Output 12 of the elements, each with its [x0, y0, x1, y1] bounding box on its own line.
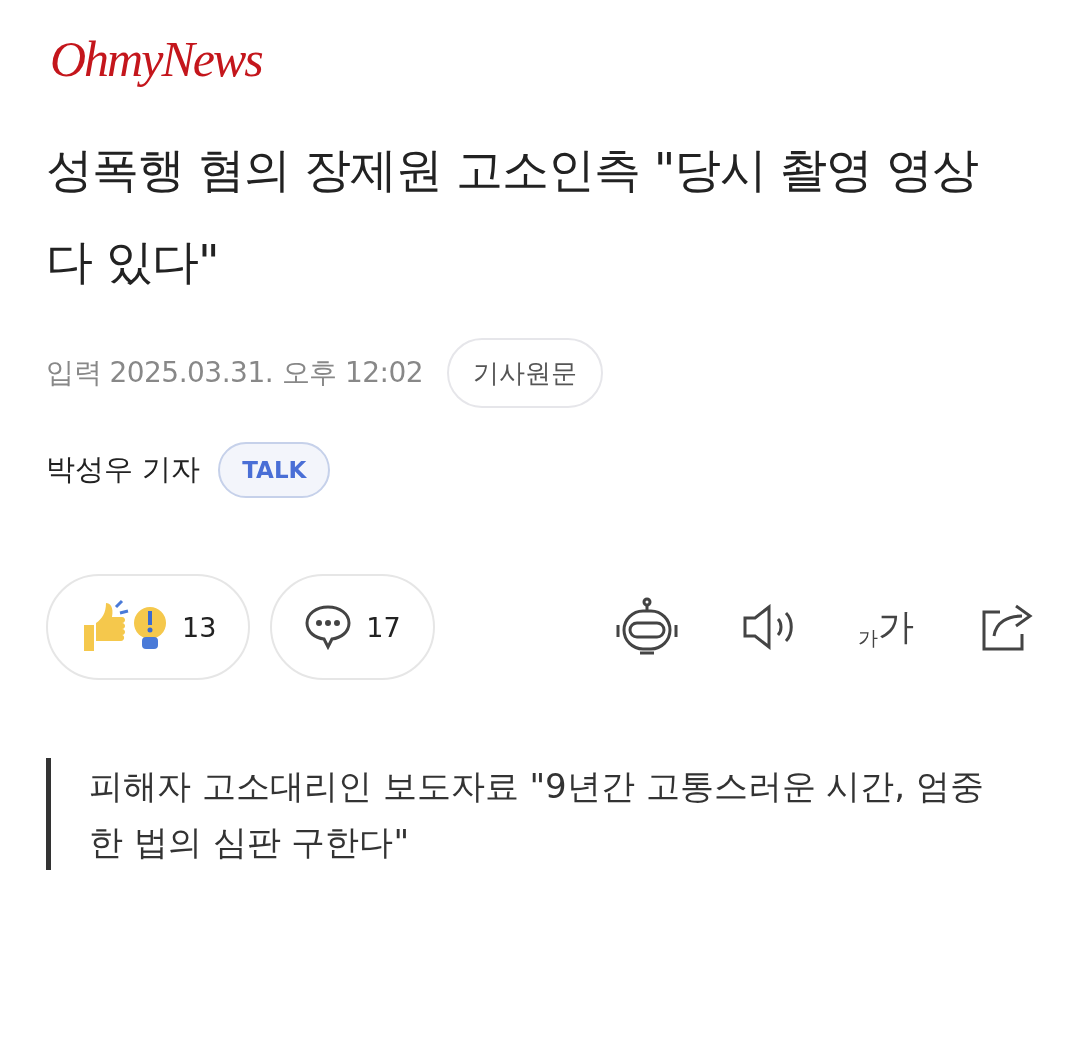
comments-button[interactable]: 17 — [270, 574, 435, 680]
logo[interactable]: OhmyNews — [50, 30, 262, 88]
subtitle: 피해자 고소대리인 보도자료 "9년간 고통스러운 시간, 엄중한 법의 심판 구한다" — [89, 765, 985, 864]
robot-icon[interactable] — [614, 597, 680, 657]
author-name: 박성우 기자 — [46, 451, 201, 488]
original-article-button[interactable]: 기사원문 — [447, 338, 604, 408]
publish-date: 입력 2025.03.31. 오후 12:02 — [46, 355, 424, 391]
share-icon[interactable] — [980, 602, 1034, 652]
reaction-button[interactable]: 13 — [46, 574, 251, 680]
talk-button[interactable]: TALK — [218, 442, 331, 498]
headline: 성폭행 혐의 장제원 고소인측 "당시 촬영 영상 다 있다" — [46, 141, 980, 291]
speech-bubble-icon — [304, 603, 353, 651]
